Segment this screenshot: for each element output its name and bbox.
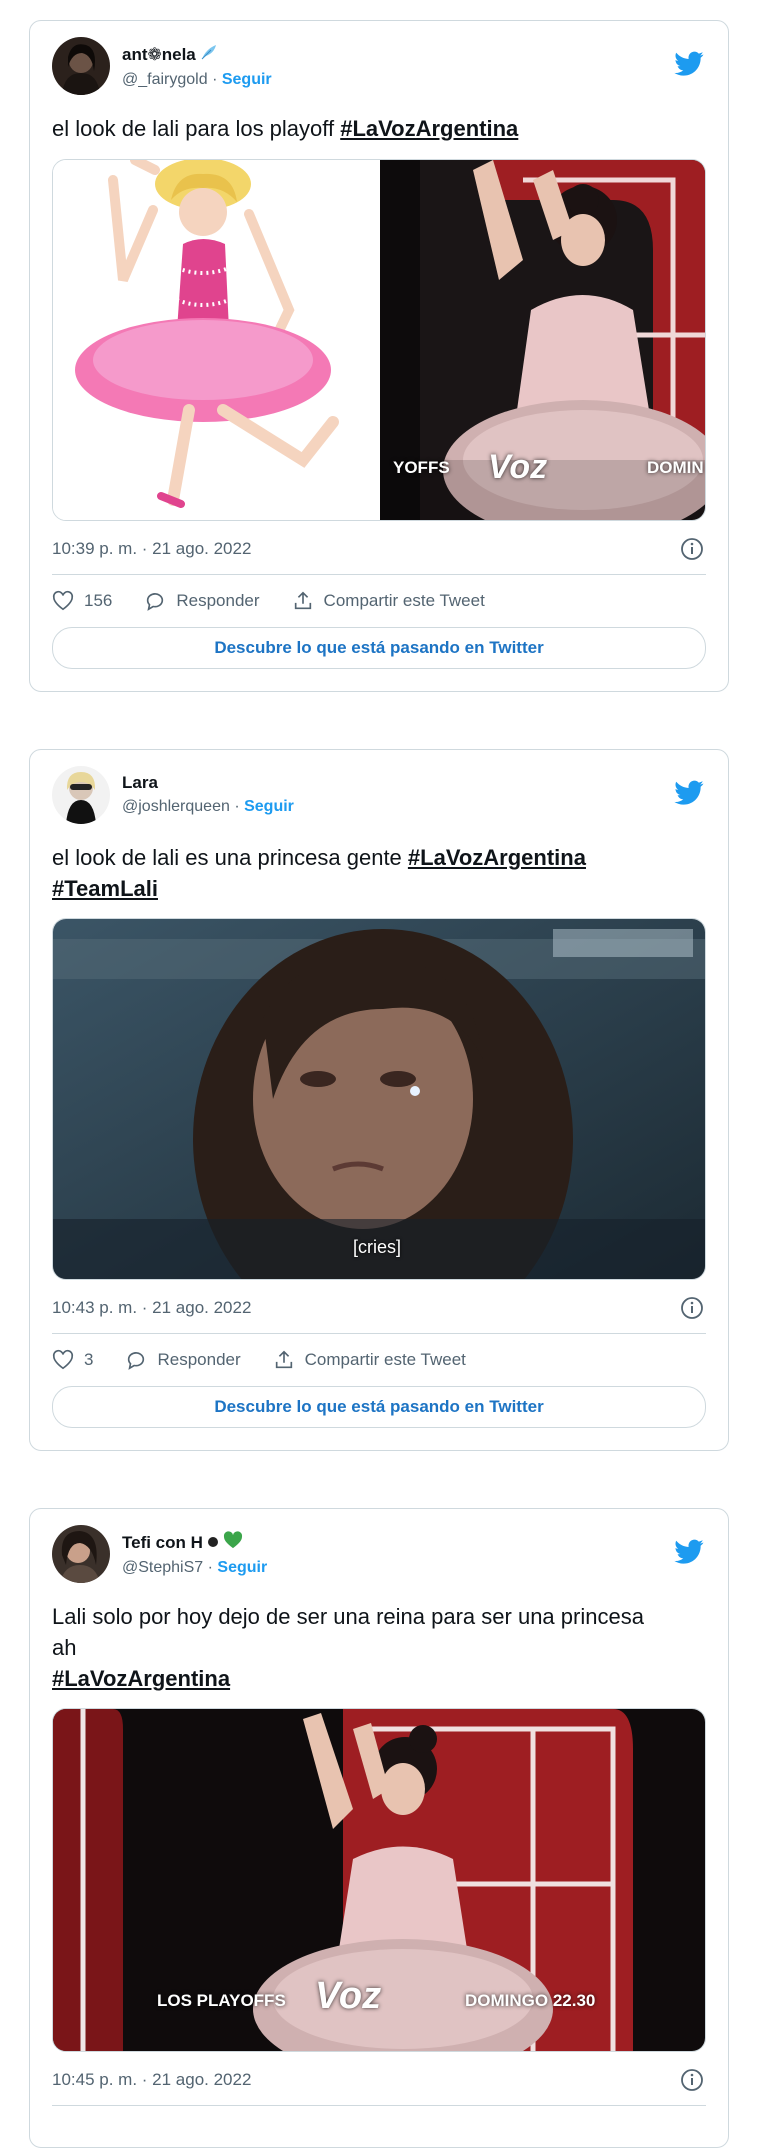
handle[interactable]: @_fairygold [122, 71, 208, 88]
reply-icon [128, 1352, 145, 1370]
avatar[interactable] [52, 1525, 110, 1583]
twitter-bird-icon[interactable] [674, 780, 704, 806]
display-name[interactable]: Lara [122, 772, 294, 794]
timestamp[interactable]: 10:43 p. m. · 21 ago. 2022 [52, 1298, 251, 1318]
heart-icon [52, 590, 74, 611]
voz-logo: Voz [488, 448, 548, 486]
display-name[interactable]: Tefi con H [122, 1531, 267, 1555]
handle[interactable]: @joshlerqueen [122, 798, 230, 815]
overlay-label-right: DOMINGO 22.30 [465, 1991, 596, 2010]
overlay-label-left: YOFFS [393, 458, 450, 477]
author-info: ant❁nela @_fairygold · Seguir [122, 43, 272, 91]
hashtag-link[interactable]: #TeamLali [52, 876, 158, 901]
tweet-meta: 10:45 p. m. · 21 ago. 2022 [52, 2065, 706, 2095]
share-button[interactable]: Compartir este Tweet [292, 590, 485, 612]
tweet-card: ant❁nela @_fairygold · Seguir el look de… [29, 20, 729, 692]
follow-button[interactable]: Seguir [217, 1559, 267, 1576]
avatar[interactable] [52, 37, 110, 95]
divider [52, 2105, 706, 2106]
feather-icon [200, 43, 218, 67]
like-button[interactable]: 3 [52, 1349, 93, 1371]
share-icon [275, 1350, 292, 1369]
discover-twitter-button[interactable]: Descubre lo que está pasando en Twitter [52, 1386, 706, 1428]
share-button[interactable]: Compartir este Tweet [273, 1349, 466, 1371]
media-image [53, 919, 705, 1279]
reply-icon [147, 593, 164, 611]
timestamp[interactable]: 10:39 p. m. · 21 ago. 2022 [52, 539, 251, 559]
discover-twitter-button[interactable]: Descubre lo que está pasando en Twitter [52, 627, 706, 669]
like-button[interactable]: 156 [52, 590, 112, 612]
tweet-card: Lara @joshlerqueen · Seguir el look de l… [29, 749, 729, 1451]
media-image [53, 160, 705, 520]
tweet-card: Tefi con H @StephiS7 · Seguir Lali solo … [29, 1508, 729, 2148]
info-icon[interactable] [680, 2068, 704, 2092]
divider [52, 1333, 706, 1334]
hashtag-link[interactable]: #LaVozArgentina [52, 1666, 230, 1691]
like-count: 156 [84, 591, 113, 610]
author-info: Lara @joshlerqueen · Seguir [122, 772, 294, 818]
tweet-meta: 10:39 p. m. · 21 ago. 2022 [52, 534, 706, 564]
video-caption: [cries] [353, 1237, 402, 1257]
green-heart-icon [223, 1531, 243, 1555]
info-icon[interactable] [680, 1296, 704, 1320]
tweet-text: Lali solo por hoy dejo de ser una reina … [52, 1604, 644, 1691]
tweet-media[interactable]: YOFFS Voz DOMIN [52, 159, 706, 521]
twitter-bird-icon[interactable] [674, 1539, 704, 1565]
overlay-label-right: DOMIN [647, 458, 704, 477]
action-bar: 3 Responder Compartir este Tweet [52, 1342, 706, 1378]
info-icon[interactable] [680, 537, 704, 561]
voz-logo: Voz [315, 1975, 382, 2017]
follow-button[interactable]: Seguir [222, 71, 272, 88]
reply-button[interactable]: Responder [125, 1349, 241, 1371]
author-info: Tefi con H @StephiS7 · Seguir [122, 1531, 267, 1579]
heart-icon [52, 1349, 74, 1370]
action-bar: 156 Responder Compartir este Tweet [52, 583, 706, 619]
moon-icon [207, 1532, 219, 1554]
display-name[interactable]: ant❁nela [122, 43, 272, 67]
timestamp[interactable]: 10:45 p. m. · 21 ago. 2022 [52, 2070, 251, 2090]
hashtag-link[interactable]: #LaVozArgentina [340, 116, 518, 141]
handle[interactable]: @StephiS7 [122, 1559, 203, 1576]
tweet-header: ant❁nela @_fairygold · Seguir [52, 37, 706, 99]
reply-button[interactable]: Responder [144, 590, 260, 612]
avatar[interactable] [52, 766, 110, 824]
tweet-header: Lara @joshlerqueen · Seguir [52, 766, 706, 828]
tweet-media[interactable]: LOS PLAYOFFS Voz DOMINGO 22.30 [52, 1708, 706, 2052]
like-count: 3 [84, 1350, 94, 1369]
hashtag-link[interactable]: #LaVozArgentina [408, 845, 586, 870]
separator: · [207, 1559, 213, 1576]
separator: · [234, 798, 240, 815]
twitter-bird-icon[interactable] [674, 51, 704, 77]
follow-button[interactable]: Seguir [244, 798, 294, 815]
tweet-text: el look de lali es una princesa gente #L… [52, 845, 586, 901]
divider [52, 574, 706, 575]
tweet-text: el look de lali para los playoff #LaVozA… [52, 116, 519, 141]
tweet-media[interactable]: [cries] [52, 918, 706, 1280]
overlay-label-left: LOS PLAYOFFS [157, 1991, 286, 2010]
tweet-meta: 10:43 p. m. · 21 ago. 2022 [52, 1293, 706, 1323]
tweet-header: Tefi con H @StephiS7 · Seguir [52, 1525, 706, 1587]
separator: · [212, 71, 218, 88]
share-icon [294, 591, 311, 610]
